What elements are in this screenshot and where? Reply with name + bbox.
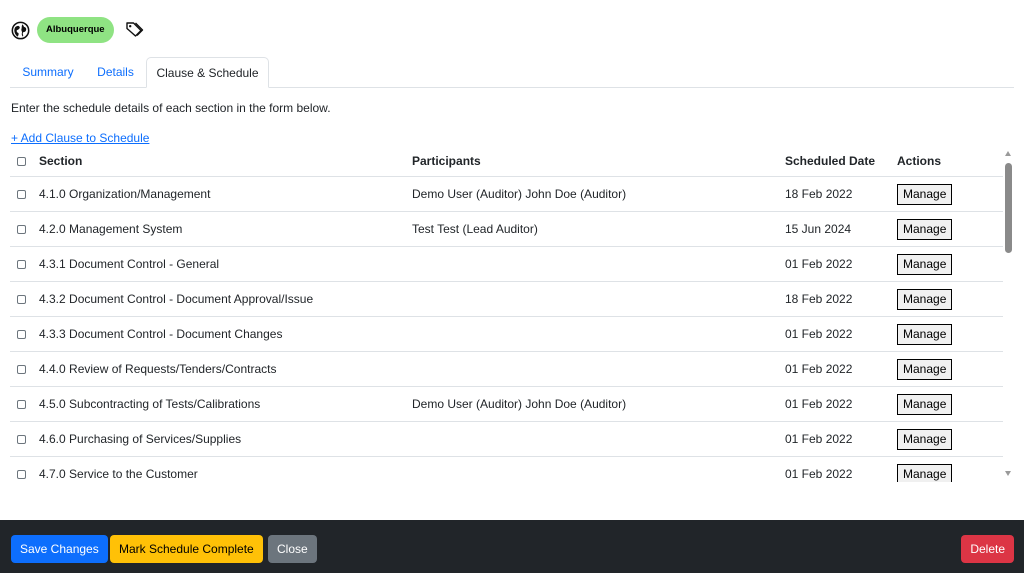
table-scrollbar[interactable] xyxy=(1003,146,1015,482)
scroll-up-arrow-icon[interactable] xyxy=(1005,151,1011,156)
date-cell: 18 Feb 2022 xyxy=(785,292,853,306)
participants-cell: Demo User (Auditor) John Doe (Auditor) xyxy=(412,397,627,411)
date-cell: 01 Feb 2022 xyxy=(785,467,853,481)
delete-button[interactable]: Delete xyxy=(961,535,1014,563)
table-row: 4.3.3 Document Control - Document Change… xyxy=(10,317,1003,352)
date-cell: 01 Feb 2022 xyxy=(785,362,853,376)
table-row: 4.5.0 Subcontracting of Tests/Calibratio… xyxy=(10,387,1003,422)
scroll-down-arrow-icon[interactable] xyxy=(1005,471,1011,476)
table-row: 4.1.0 Organization/Management Demo User … xyxy=(10,177,1003,212)
tab-clause-schedule[interactable]: Clause & Schedule xyxy=(146,57,269,88)
section-cell: 4.3.2 Document Control - Document Approv… xyxy=(39,292,314,306)
table-header: Section Participants Scheduled Date Acti… xyxy=(10,146,1003,177)
scroll-thumb[interactable] xyxy=(1005,163,1012,253)
participants-cell: Test Test (Lead Auditor) xyxy=(412,222,538,236)
table-row: 4.3.2 Document Control - Document Approv… xyxy=(10,282,1003,317)
tags-icon[interactable] xyxy=(124,20,144,40)
row-checkbox[interactable] xyxy=(17,469,26,479)
add-clause-link[interactable]: + Add Clause to Schedule xyxy=(11,131,149,145)
column-header-section: Section xyxy=(39,154,83,168)
manage-button[interactable]: Manage xyxy=(897,323,953,345)
globe-icon xyxy=(11,21,30,40)
tab-bar: Summary Details Clause & Schedule xyxy=(10,57,1014,88)
mark-schedule-complete-button[interactable]: Mark Schedule Complete xyxy=(110,535,263,563)
table-row: 4.7.0 Service to the Customer 01 Feb 202… xyxy=(10,457,1003,482)
date-cell: 18 Feb 2022 xyxy=(785,187,853,201)
section-cell: 4.3.3 Document Control - Document Change… xyxy=(39,327,283,341)
manage-button[interactable]: Manage xyxy=(897,253,953,275)
row-checkbox[interactable] xyxy=(17,399,26,409)
section-cell: 4.5.0 Subcontracting of Tests/Calibratio… xyxy=(39,397,261,411)
section-cell: 4.2.0 Management System xyxy=(39,222,183,236)
row-checkbox[interactable] xyxy=(17,434,26,444)
row-checkbox[interactable] xyxy=(17,224,26,234)
date-cell: 01 Feb 2022 xyxy=(785,257,853,271)
tab-summary[interactable]: Summary xyxy=(10,57,86,88)
row-checkbox[interactable] xyxy=(17,294,26,304)
row-checkbox[interactable] xyxy=(17,189,26,199)
table-row: 4.6.0 Purchasing of Services/Supplies 01… xyxy=(10,422,1003,457)
manage-button[interactable]: Manage xyxy=(897,393,953,415)
tab-details[interactable]: Details xyxy=(86,57,145,88)
section-cell: 4.6.0 Purchasing of Services/Supplies xyxy=(39,432,242,446)
manage-button[interactable]: Manage xyxy=(897,358,953,380)
instructions-text: Enter the schedule details of each secti… xyxy=(11,101,331,115)
manage-button[interactable]: Manage xyxy=(897,428,953,450)
row-checkbox[interactable] xyxy=(17,259,26,269)
save-changes-button[interactable]: Save Changes xyxy=(11,535,108,563)
section-cell: 4.3.1 Document Control - General xyxy=(39,257,220,271)
manage-button[interactable]: Manage xyxy=(897,288,953,310)
section-cell: 4.7.0 Service to the Customer xyxy=(39,467,198,481)
record-header: Albuquerque xyxy=(11,17,144,43)
location-badge: Albuquerque xyxy=(37,17,114,43)
date-cell: 01 Feb 2022 xyxy=(785,397,853,411)
section-cell: 4.1.0 Organization/Management xyxy=(39,187,211,201)
row-checkbox[interactable] xyxy=(17,364,26,374)
date-cell: 01 Feb 2022 xyxy=(785,432,853,446)
select-all-checkbox[interactable] xyxy=(17,156,26,166)
manage-button[interactable]: Manage xyxy=(897,183,953,205)
manage-button[interactable]: Manage xyxy=(897,218,953,240)
close-button[interactable]: Close xyxy=(268,535,317,563)
date-cell: 01 Feb 2022 xyxy=(785,327,853,341)
column-header-participants: Participants xyxy=(412,154,481,168)
date-cell: 15 Jun 2024 xyxy=(785,222,852,236)
participants-cell: Demo User (Auditor) John Doe (Auditor) xyxy=(412,187,627,201)
column-header-actions: Actions xyxy=(897,154,942,168)
row-checkbox[interactable] xyxy=(17,329,26,339)
action-footer: Save Changes Mark Schedule Complete Clos… xyxy=(0,520,1024,573)
column-header-scheduled-date: Scheduled Date xyxy=(785,154,876,168)
table-row: 4.2.0 Management System Test Test (Lead … xyxy=(10,212,1003,247)
schedule-table: Section Participants Scheduled Date Acti… xyxy=(10,146,1003,482)
manage-button[interactable]: Manage xyxy=(897,463,953,482)
table-row: 4.4.0 Review of Requests/Tenders/Contrac… xyxy=(10,352,1003,387)
section-cell: 4.4.0 Review of Requests/Tenders/Contrac… xyxy=(39,362,277,376)
table-row: 4.3.1 Document Control - General 01 Feb … xyxy=(10,247,1003,282)
